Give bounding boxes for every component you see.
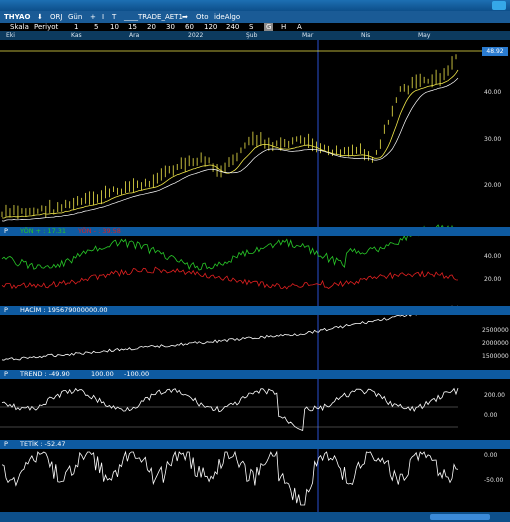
tetik-label: TETİK : -52.47 bbox=[20, 440, 66, 448]
trend-panel-header: P TREND : -49.90 100.00 -100.00 bbox=[0, 370, 510, 379]
tetik-axis-tick: 0.00 bbox=[484, 452, 498, 459]
hacim-panel-header: P HACİM : 195679000000.00 bbox=[0, 306, 510, 315]
trend-level2: -100.00 bbox=[124, 370, 150, 378]
yon-panel-header: P YÖN + : 17.31 YÖN - : 39.58 bbox=[0, 227, 510, 236]
yon-axis-tick: 40.00 bbox=[484, 253, 502, 260]
trend-series bbox=[1, 387, 459, 431]
panel-p-label: P bbox=[4, 227, 8, 235]
price-series bbox=[1, 54, 459, 222]
price-axis-tick: 30.00 bbox=[484, 136, 502, 143]
panel-p-label: P bbox=[4, 370, 8, 378]
price-axis-tick: 40.00 bbox=[484, 89, 502, 96]
last-price-tag: 48.92 bbox=[482, 47, 508, 56]
scrollbar-thumb[interactable] bbox=[430, 514, 490, 520]
yon-axis-tick: 20.00 bbox=[484, 276, 502, 283]
trend-line bbox=[1, 387, 459, 431]
trend-label: TREND : -49.90 bbox=[20, 370, 70, 378]
trend-axis-tick: 0.00 bbox=[484, 412, 498, 419]
yon-minus-line bbox=[1, 266, 459, 290]
panel-p-label: P bbox=[4, 440, 8, 448]
tetik-line bbox=[1, 450, 459, 506]
trend-axis-tick: 200.00 bbox=[484, 392, 505, 399]
price-band-lower bbox=[1, 77, 459, 222]
tetik-panel-header: P TETİK : -52.47 bbox=[0, 440, 510, 449]
hacim-axis-tick: 2500000 bbox=[482, 327, 509, 334]
price-band-upper bbox=[1, 69, 459, 219]
yon-minus-label: YÖN - : 39.58 bbox=[78, 227, 121, 235]
trend-level1: 100.00 bbox=[91, 370, 114, 378]
price-axis-tick: 20.00 bbox=[484, 182, 502, 189]
hacim-axis-tick: 2000000 bbox=[482, 340, 509, 347]
panel-p-label: P bbox=[4, 306, 8, 314]
hacim-label: HACİM : 195679000000.00 bbox=[20, 306, 108, 314]
yon-plus-label: YÖN + : 17.31 bbox=[20, 227, 67, 235]
tetik-axis-tick: -50.00 bbox=[484, 477, 504, 484]
tetik-series bbox=[1, 450, 459, 506]
hacim-axis-tick: 1500000 bbox=[482, 353, 509, 360]
